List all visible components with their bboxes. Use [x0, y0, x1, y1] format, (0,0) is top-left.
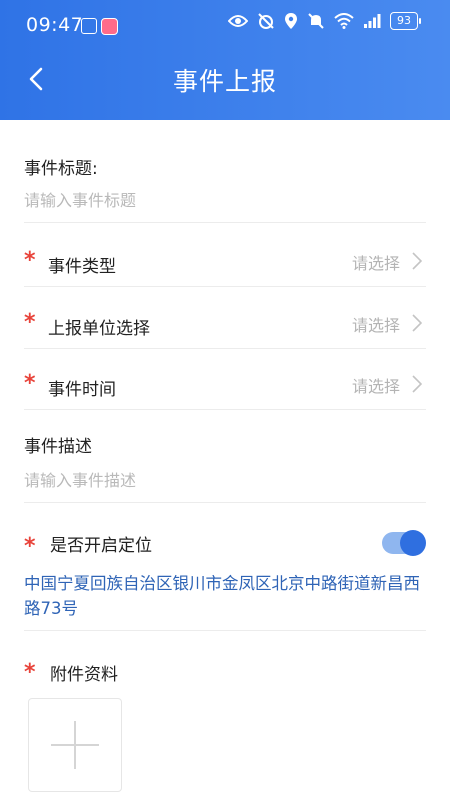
plus-icon-vertical: [74, 721, 76, 769]
location-address: 中国宁夏回族自治区银川市金凤区北京中路街道新昌西路73号: [24, 574, 420, 618]
location-label: 是否开启定位: [50, 536, 152, 556]
battery-icon: 93: [390, 12, 421, 30]
required-asterisk: *: [24, 534, 36, 559]
status-icons: 93: [228, 12, 421, 30]
event-type-label: 事件类型: [48, 257, 116, 277]
chevron-right-icon: [412, 252, 422, 270]
required-asterisk: *: [24, 310, 36, 335]
chevron-right-icon: [412, 314, 422, 332]
toggle-knob: [400, 530, 426, 556]
add-attachment-button[interactable]: [28, 698, 122, 792]
wifi-icon: [334, 13, 354, 29]
app-badge-icon: [101, 18, 118, 35]
event-time-value: 请选择: [351, 377, 400, 396]
event-title-input[interactable]: [24, 189, 404, 211]
attachments-label: 附件资料: [50, 665, 118, 685]
required-asterisk: *: [24, 660, 36, 685]
location-toggle[interactable]: [382, 530, 426, 556]
attachments-row: * 附件资料: [24, 658, 426, 688]
app-notification-icon: [81, 18, 97, 34]
report-unit-label: 上报单位选择: [48, 319, 150, 339]
signal-icon: [364, 14, 381, 28]
required-asterisk: *: [24, 371, 36, 396]
location-icon: [285, 13, 297, 29]
event-description-label: 事件描述: [24, 437, 92, 457]
chevron-right-icon: [412, 375, 422, 393]
event-description-row: 事件描述: [24, 430, 426, 503]
eye-icon: [228, 15, 248, 27]
event-type-value: 请选择: [351, 254, 400, 273]
alarm-off-icon: [258, 13, 274, 29]
status-bar: 09:47 93: [0, 0, 450, 52]
report-unit-select[interactable]: * 上报单位选择 请选择: [24, 302, 426, 349]
event-title-row: 事件标题:: [24, 150, 426, 223]
report-unit-value: 请选择: [351, 316, 400, 335]
page-title: 事件上报: [172, 67, 277, 96]
event-time-label: 事件时间: [48, 380, 116, 400]
event-time-select[interactable]: * 事件时间 请选择: [24, 363, 426, 410]
event-description-input[interactable]: [24, 469, 404, 491]
status-time: 09:47: [26, 14, 84, 36]
required-asterisk: *: [24, 248, 36, 273]
mute-icon: [308, 13, 324, 29]
header-bar: 09:47 93 事件上报: [0, 0, 450, 120]
location-row: * 是否开启定位 中国宁夏回族自治区银川市金凤区北京中路街道新昌西路73号: [24, 528, 426, 631]
event-type-select[interactable]: * 事件类型 请选择: [24, 240, 426, 287]
event-title-label: 事件标题:: [24, 159, 98, 179]
